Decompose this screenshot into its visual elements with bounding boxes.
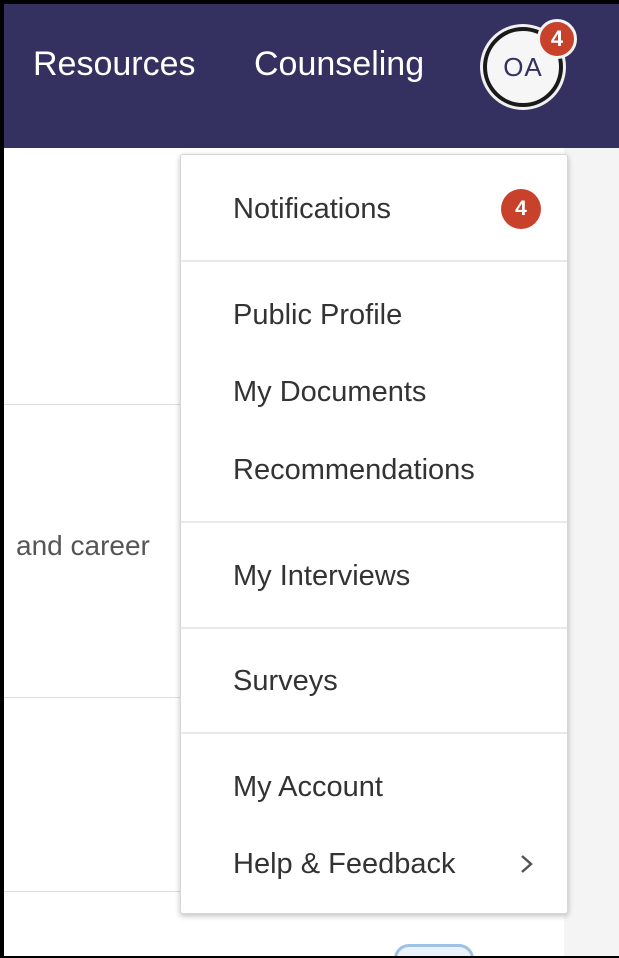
nav-link-resources[interactable]: Resources — [33, 44, 196, 84]
menu-divider — [181, 627, 567, 629]
menu-item-label: My Interviews — [233, 560, 411, 592]
menu-item-label: Notifications — [233, 193, 391, 225]
menu-item-my-account[interactable]: My Account — [181, 757, 567, 817]
avatar-notification-badge: 4 — [537, 19, 577, 59]
menu-item-my-documents[interactable]: My Documents — [181, 362, 567, 422]
menu-divider — [181, 732, 567, 734]
menu-item-my-interviews[interactable]: My Interviews — [181, 546, 567, 606]
user-dropdown-menu: Notifications 4 Public Profile My Docume… — [180, 154, 568, 914]
menu-divider — [181, 260, 567, 262]
menu-item-public-profile[interactable]: Public Profile — [181, 285, 567, 345]
menu-divider — [181, 521, 567, 523]
menu-item-label: Help & Feedback — [233, 848, 456, 880]
menu-item-surveys[interactable]: Surveys — [181, 651, 567, 711]
menu-item-recommendations[interactable]: Recommendations — [181, 440, 567, 500]
app-window: Resources Counseling OA 4 and career Not… — [4, 4, 619, 956]
menu-item-help-feedback[interactable]: Help & Feedback — [181, 834, 567, 894]
menu-item-label: My Documents — [233, 376, 427, 408]
menu-item-label: Recommendations — [233, 454, 475, 486]
chevron-right-icon — [521, 855, 533, 873]
menu-item-label: My Account — [233, 771, 383, 803]
content-toggle-partial[interactable] — [394, 944, 474, 956]
menu-item-label: Public Profile — [233, 299, 403, 331]
nav-link-counseling[interactable]: Counseling — [254, 44, 424, 84]
top-navigation-bar: Resources Counseling OA 4 — [4, 4, 619, 148]
content-partial-text: and career — [16, 530, 150, 561]
menu-item-notifications[interactable]: Notifications 4 — [181, 179, 567, 239]
avatar-initials: OA — [503, 51, 543, 82]
notifications-count-badge: 4 — [501, 189, 541, 229]
menu-item-label: Surveys — [233, 665, 338, 697]
